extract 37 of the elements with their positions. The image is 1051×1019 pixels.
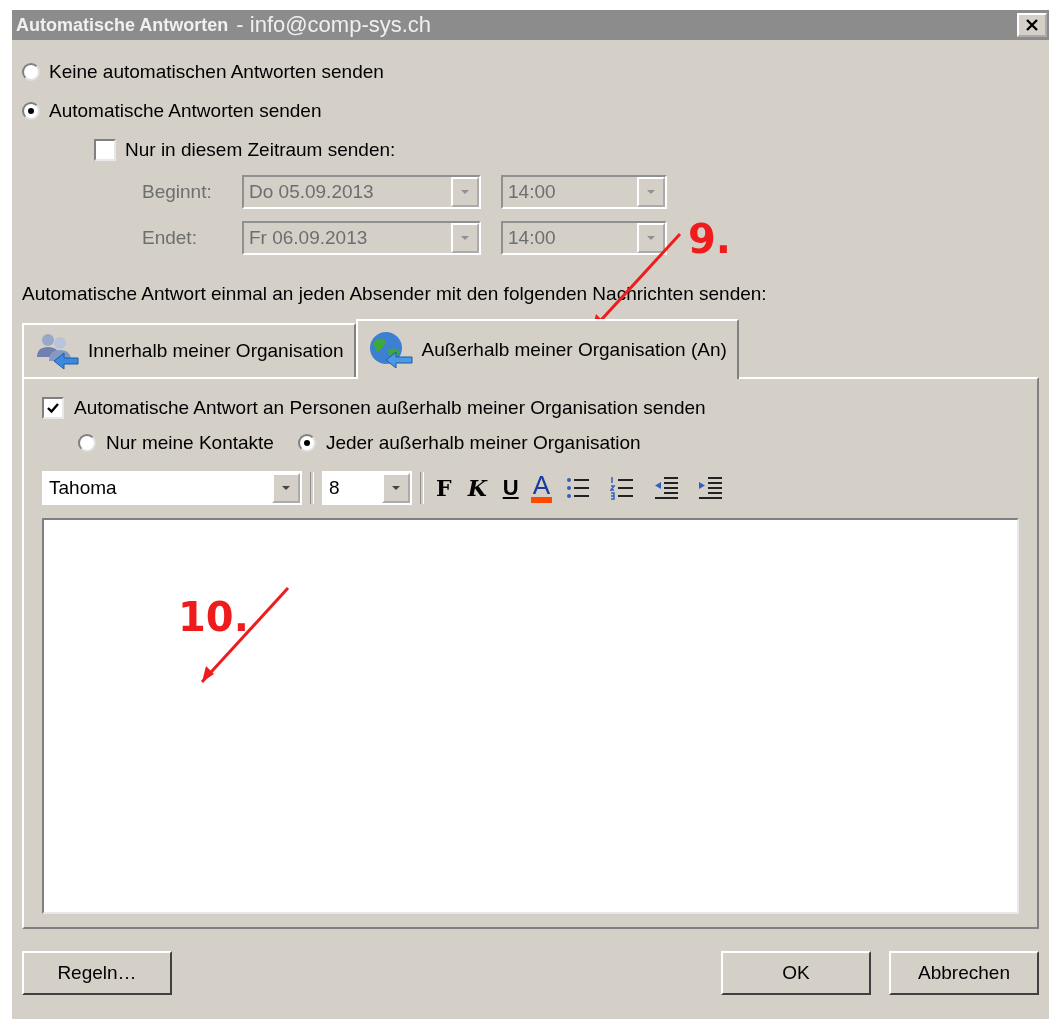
radio-button[interactable] — [22, 101, 40, 120]
font-dropdown[interactable]: Tahoma — [42, 471, 302, 505]
caret-icon — [645, 234, 657, 242]
italic-button[interactable]: K — [463, 470, 491, 506]
dialog-button[interactable]: Regeln… — [22, 951, 172, 995]
option-label: Automatische Antworten senden — [49, 99, 322, 122]
account-address: - info@comp-sys.ch — [236, 12, 432, 38]
caret-icon — [645, 188, 657, 196]
option-label: Nur in diesem Zeitraum senden: — [125, 138, 396, 161]
checkbox[interactable] — [42, 397, 64, 419]
bold-button[interactable]: F — [432, 470, 456, 506]
tab[interactable]: Außerhalb meiner Organisation (An) — [355, 319, 739, 379]
tab[interactable]: Innerhalb meiner Organisation — [22, 323, 356, 377]
radio-button[interactable] — [22, 62, 40, 81]
close-icon — [1024, 18, 1040, 32]
caret-icon — [459, 188, 471, 196]
radio-button[interactable] — [78, 433, 96, 452]
caret-icon — [459, 234, 471, 242]
field-label: Beginnt: — [142, 181, 213, 203]
radio-button[interactable] — [297, 433, 316, 452]
window-title: Automatische Antworten — [16, 14, 229, 36]
underline-button[interactable]: U — [498, 470, 523, 506]
caret-icon — [280, 484, 292, 492]
size-dropdown[interactable]: 8 — [322, 471, 412, 505]
checkmark-icon — [46, 401, 60, 415]
caret-icon — [390, 484, 402, 492]
option-label: Automatische Antwort an Personen außerhalb meiner Organisation senden — [74, 397, 706, 419]
dialog-button[interactable]: Abbrechen — [889, 951, 1039, 995]
field-label: Endet: — [142, 227, 198, 249]
close-button[interactable] — [1017, 13, 1047, 37]
annotation-number: 10. — [178, 594, 249, 640]
option-label: Jeder außerhalb meiner Organisation — [325, 431, 641, 454]
option-label: Nur meine Kontakte — [106, 431, 274, 454]
annotation-number: 9. — [688, 216, 732, 262]
option-label: Keine automatischen Antworten senden — [49, 60, 384, 83]
font-color-button[interactable]: A — [530, 473, 552, 503]
dialog-button[interactable]: OK — [721, 951, 871, 995]
